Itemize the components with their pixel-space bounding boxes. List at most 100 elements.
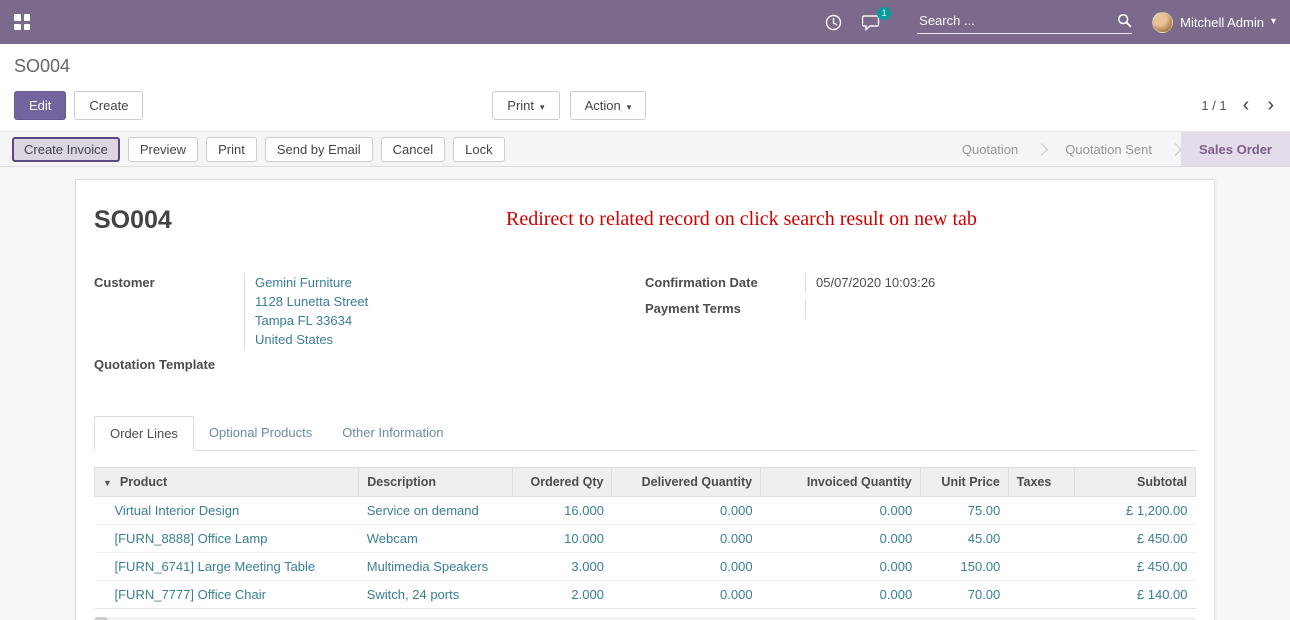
cell-unit-price[interactable]: 150.00 xyxy=(920,553,1008,581)
cell-subtotal[interactable]: £ 450.00 xyxy=(1074,553,1195,581)
col-header-subtotal[interactable]: Subtotal xyxy=(1074,468,1195,497)
cell-subtotal[interactable]: £ 450.00 xyxy=(1074,525,1195,553)
cell-ordered-qty[interactable]: 2.000 xyxy=(513,581,612,609)
lock-button[interactable]: Lock xyxy=(453,137,504,162)
create-invoice-button[interactable]: Create Invoice xyxy=(12,137,120,162)
tab-optional-products[interactable]: Optional Products xyxy=(194,416,327,451)
cell-invoiced-quantity[interactable]: 0.000 xyxy=(761,525,921,553)
col-header-unit-price[interactable]: Unit Price xyxy=(920,468,1008,497)
cell-subtotal[interactable]: £ 140.00 xyxy=(1074,581,1195,609)
action-menu-button[interactable]: Action▾ xyxy=(570,91,647,120)
pager-value: 1 / 1 xyxy=(1201,98,1226,113)
customer-label: Customer xyxy=(94,273,244,349)
cell-ordered-qty[interactable]: 3.000 xyxy=(513,553,612,581)
pager-next-button[interactable]: › xyxy=(1265,95,1276,115)
col-header-invoiced-quantity[interactable]: Invoiced Quantity xyxy=(761,468,921,497)
cell-description[interactable]: Multimedia Speakers xyxy=(359,553,513,581)
apps-grid-square xyxy=(24,24,31,31)
table-row[interactable]: [FURN_6741] Large Meeting Table Multimed… xyxy=(95,553,1196,581)
cell-ordered-qty[interactable]: 10.000 xyxy=(513,525,612,553)
cell-description[interactable]: Webcam xyxy=(359,525,513,553)
quotation-template-value[interactable] xyxy=(244,355,255,375)
tab-order-lines[interactable]: Order Lines xyxy=(94,416,194,451)
order-lines-table: ▼ Product Description Ordered Qty Deliver… xyxy=(94,467,1196,609)
customer-name-link[interactable]: Gemini Furniture xyxy=(255,273,368,292)
cell-product[interactable]: [FURN_7777] Office Chair xyxy=(95,581,359,609)
message-count-badge: 1 xyxy=(877,7,891,20)
top-navbar: 1 Mitchell Admin ▾ xyxy=(0,0,1290,44)
customer-city: Tampa FL 33634 xyxy=(255,311,368,330)
messages-icon[interactable]: 1 xyxy=(862,14,881,31)
col-header-delivered-quantity[interactable]: Delivered Quantity xyxy=(612,468,761,497)
cell-product[interactable]: [FURN_6741] Large Meeting Table xyxy=(95,553,359,581)
cell-delivered-quantity[interactable]: 0.000 xyxy=(612,497,761,525)
status-step-quotation-sent[interactable]: Quotation Sent xyxy=(1047,132,1170,166)
preview-button[interactable]: Preview xyxy=(128,137,198,162)
status-step-sales-order[interactable]: Sales Order xyxy=(1181,132,1290,166)
tab-other-information[interactable]: Other Information xyxy=(327,416,458,451)
create-button[interactable]: Create xyxy=(74,91,143,120)
column-toggle-icon[interactable]: ▼ xyxy=(103,478,112,488)
cell-description[interactable]: Switch, 24 ports xyxy=(359,581,513,609)
activities-clock-icon[interactable] xyxy=(825,14,842,31)
table-header-row: ▼ Product Description Ordered Qty Deliver… xyxy=(95,468,1196,497)
cell-ordered-qty[interactable]: 16.000 xyxy=(513,497,612,525)
col-header-product-label: Product xyxy=(120,475,167,489)
table-row[interactable]: [FURN_7777] Office Chair Switch, 24 port… xyxy=(95,581,1196,609)
chevron-down-icon: ▾ xyxy=(540,102,545,112)
cell-invoiced-quantity[interactable]: 0.000 xyxy=(761,553,921,581)
print-menu-label: Print xyxy=(507,98,534,113)
edit-button[interactable]: Edit xyxy=(14,91,66,120)
cell-unit-price[interactable]: 75.00 xyxy=(920,497,1008,525)
cell-unit-price[interactable]: 45.00 xyxy=(920,525,1008,553)
cell-description[interactable]: Service on demand xyxy=(359,497,513,525)
cell-product[interactable]: [FURN_8888] Office Lamp xyxy=(95,525,359,553)
status-step-quotation[interactable]: Quotation xyxy=(944,132,1036,166)
search-input[interactable] xyxy=(917,10,1117,31)
pager-previous-button[interactable]: ‹ xyxy=(1241,95,1252,115)
print-menu-button[interactable]: Print ▾ xyxy=(492,91,559,120)
user-menu[interactable]: Mitchell Admin ▾ xyxy=(1152,12,1276,33)
cell-taxes[interactable] xyxy=(1008,525,1074,553)
customer-value[interactable]: Gemini Furniture 1128 Lunetta Street Tam… xyxy=(244,273,368,349)
cell-taxes[interactable] xyxy=(1008,553,1074,581)
col-header-product[interactable]: ▼ Product xyxy=(95,468,359,497)
customer-country: United States xyxy=(255,330,368,349)
cell-delivered-quantity[interactable]: 0.000 xyxy=(612,553,761,581)
search-icon[interactable] xyxy=(1117,13,1132,28)
payment-terms-value[interactable] xyxy=(805,299,816,319)
confirmation-date-value[interactable]: 05/07/2020 10:03:26 xyxy=(805,273,935,293)
confirmation-date-label: Confirmation Date xyxy=(645,273,805,293)
payment-terms-label: Payment Terms xyxy=(645,299,805,319)
sales-order-sheet: SO004 Redirect to related record on clic… xyxy=(75,179,1215,620)
chevron-down-icon: ▾ xyxy=(1271,17,1276,27)
cell-invoiced-quantity[interactable]: 0.000 xyxy=(761,581,921,609)
cancel-button[interactable]: Cancel xyxy=(381,137,445,162)
apps-menu-icon[interactable] xyxy=(14,14,30,30)
cell-unit-price[interactable]: 70.00 xyxy=(920,581,1008,609)
cell-product[interactable]: Virtual Interior Design xyxy=(95,497,359,525)
chevron-right-icon xyxy=(1169,143,1182,156)
chevron-right-icon xyxy=(1035,143,1048,156)
table-row[interactable]: [FURN_8888] Office Lamp Webcam 10.000 0.… xyxy=(95,525,1196,553)
navbar-search[interactable] xyxy=(917,10,1132,34)
cell-subtotal[interactable]: £ 1,200.00 xyxy=(1074,497,1195,525)
send-by-email-button[interactable]: Send by Email xyxy=(265,137,373,162)
cell-delivered-quantity[interactable]: 0.000 xyxy=(612,525,761,553)
cell-delivered-quantity[interactable]: 0.000 xyxy=(612,581,761,609)
annotation-note: Redirect to related record on click sear… xyxy=(506,208,977,231)
print-button[interactable]: Print xyxy=(206,137,257,162)
cell-invoiced-quantity[interactable]: 0.000 xyxy=(761,497,921,525)
apps-grid-square xyxy=(14,24,21,31)
cell-taxes[interactable] xyxy=(1008,581,1074,609)
chevron-down-icon: ▾ xyxy=(627,102,632,112)
statusbar: Create Invoice Preview Print Send by Ema… xyxy=(0,131,1290,167)
table-row[interactable]: Virtual Interior Design Service on deman… xyxy=(95,497,1196,525)
col-header-description[interactable]: Description xyxy=(359,468,513,497)
cell-taxes[interactable] xyxy=(1008,497,1074,525)
control-panel: SO004 Edit Create Print▾ Action▾ 1 / 1 ‹… xyxy=(0,44,1290,131)
col-header-taxes[interactable]: Taxes xyxy=(1008,468,1074,497)
quotation-template-label: Quotation Template xyxy=(94,355,244,375)
apps-grid-square xyxy=(24,14,31,21)
col-header-ordered-qty[interactable]: Ordered Qty xyxy=(513,468,612,497)
